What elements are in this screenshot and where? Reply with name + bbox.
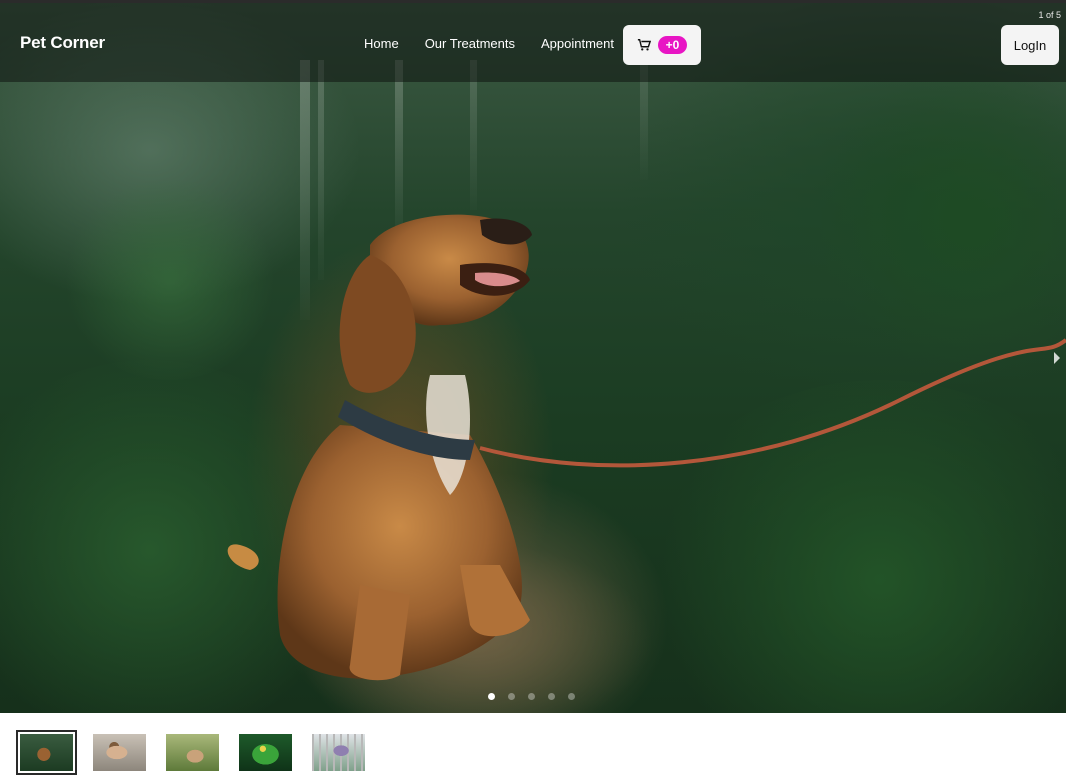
- brand-link[interactable]: Pet Corner: [20, 33, 105, 53]
- slide-indicator-5[interactable]: [568, 693, 575, 700]
- slide-indicator-1[interactable]: [488, 693, 495, 700]
- nav-link-appointment[interactable]: Appointment: [541, 36, 614, 51]
- dog-illustration: [227, 214, 532, 681]
- tree-trunk: [470, 60, 477, 210]
- nav-links: Home Our Treatments Appointment: [364, 36, 640, 51]
- cart-button[interactable]: +0: [623, 25, 701, 65]
- slide-counter: 1 of 5: [1038, 10, 1061, 20]
- slide-indicator-4[interactable]: [548, 693, 555, 700]
- thumbnail-strip: [16, 730, 381, 775]
- foliage: [820, 60, 1066, 380]
- thumbnail-cat-in-grass[interactable]: [162, 730, 223, 775]
- nav-link-our-treatments[interactable]: Our Treatments: [425, 36, 515, 51]
- navbar: Pet Corner Home Our Treatments Appointme…: [0, 0, 1066, 82]
- slide-indicator-2[interactable]: [508, 693, 515, 700]
- cart-icon: [637, 39, 651, 51]
- login-button[interactable]: LogIn: [1001, 25, 1059, 65]
- slide-indicator-3[interactable]: [528, 693, 535, 700]
- thumbnail-bird-in-cage[interactable]: [308, 730, 369, 775]
- thumbnail-cat-lying-down[interactable]: [89, 730, 150, 775]
- next-slide-arrow[interactable]: [1054, 352, 1060, 364]
- hero-carousel[interactable]: [0, 0, 1066, 713]
- cart-count-badge: +0: [657, 36, 688, 54]
- nav-link-home[interactable]: Home: [364, 36, 399, 51]
- foliage: [640, 380, 1066, 713]
- thumbnail-green-parrot[interactable]: [235, 730, 296, 775]
- thumbnail-dog-on-forest-path[interactable]: [16, 730, 77, 775]
- carousel-indicators: [488, 693, 588, 700]
